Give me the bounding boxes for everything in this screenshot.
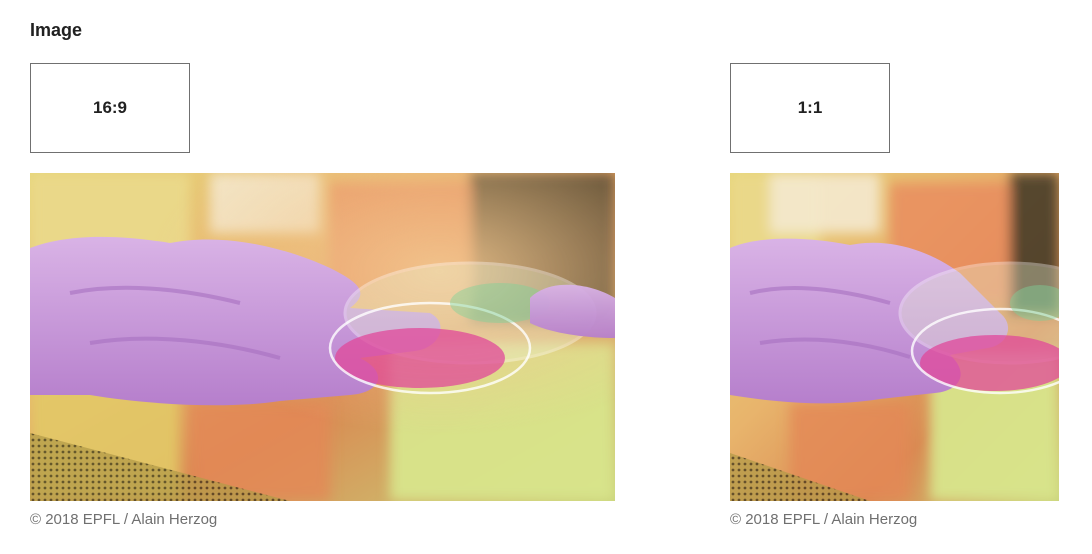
photo-credit-1-1: © 2018 EPFL / Alain Herzog [730,511,918,528]
page: Image 16:9 © 2018 EPFL / Alain Herzog 1:… [0,0,1092,554]
photo-credit-16-9: © 2018 EPFL / Alain Herzog [30,511,218,528]
ratio-1-1-button[interactable]: 1:1 [730,63,890,153]
petri-dish-photo-icon [30,173,615,501]
section-title: Image [30,20,83,40]
petri-dish-photo-square-icon [730,173,1059,501]
lab-photo-16-9 [30,173,615,501]
ratio-16-9-button[interactable]: 16:9 [30,63,190,153]
lab-photo-1-1 [730,173,1059,501]
